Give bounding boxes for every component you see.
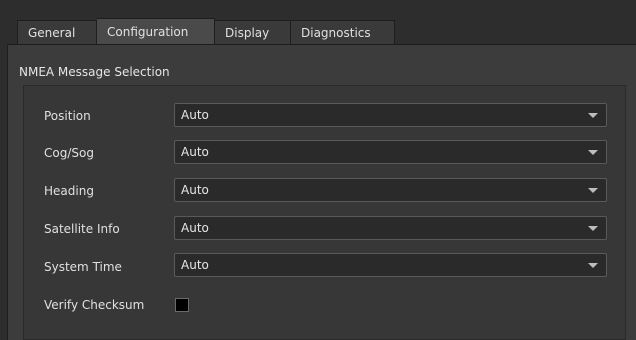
system-time-combobox[interactable]: Auto xyxy=(174,253,607,277)
tab-configuration-label: Configuration xyxy=(107,24,189,39)
settings-window: General Configuration Display Diagnostic… xyxy=(0,0,636,340)
tab-diagnostics[interactable]: Diagnostics xyxy=(291,20,395,44)
heading-label: Heading xyxy=(44,184,94,198)
system-time-value: Auto xyxy=(181,258,209,272)
satellite-info-value: Auto xyxy=(181,221,209,235)
cog-sog-combobox[interactable]: Auto xyxy=(174,140,607,164)
position-label: Position xyxy=(44,109,91,123)
group-title: NMEA Message Selection xyxy=(19,65,170,79)
verify-checksum-label: Verify Checksum xyxy=(44,298,145,312)
tab-general[interactable]: General xyxy=(17,20,97,44)
tab-general-label: General xyxy=(28,25,76,40)
position-value: Auto xyxy=(181,108,209,122)
system-time-label: System Time xyxy=(44,260,122,274)
cog-sog-value: Auto xyxy=(181,145,209,159)
position-combobox[interactable]: Auto xyxy=(174,103,607,127)
chevron-down-icon xyxy=(588,262,598,268)
tab-diagnostics-label: Diagnostics xyxy=(301,25,371,40)
heading-combobox[interactable]: Auto xyxy=(174,178,607,202)
satellite-info-combobox[interactable]: Auto xyxy=(174,216,607,240)
chevron-down-icon xyxy=(588,149,598,155)
satellite-info-label: Satellite Info xyxy=(44,222,120,236)
chevron-down-icon xyxy=(588,187,598,193)
cog-sog-label: Cog/Sog xyxy=(44,146,94,160)
tab-configuration[interactable]: Configuration xyxy=(97,18,215,44)
verify-checksum-checkbox[interactable] xyxy=(175,298,189,312)
chevron-down-icon xyxy=(588,225,598,231)
chevron-down-icon xyxy=(588,112,598,118)
tab-display[interactable]: Display xyxy=(215,20,291,44)
tab-display-label: Display xyxy=(225,25,270,40)
heading-value: Auto xyxy=(181,183,209,197)
tab-bar: General Configuration Display Diagnostic… xyxy=(17,18,395,44)
